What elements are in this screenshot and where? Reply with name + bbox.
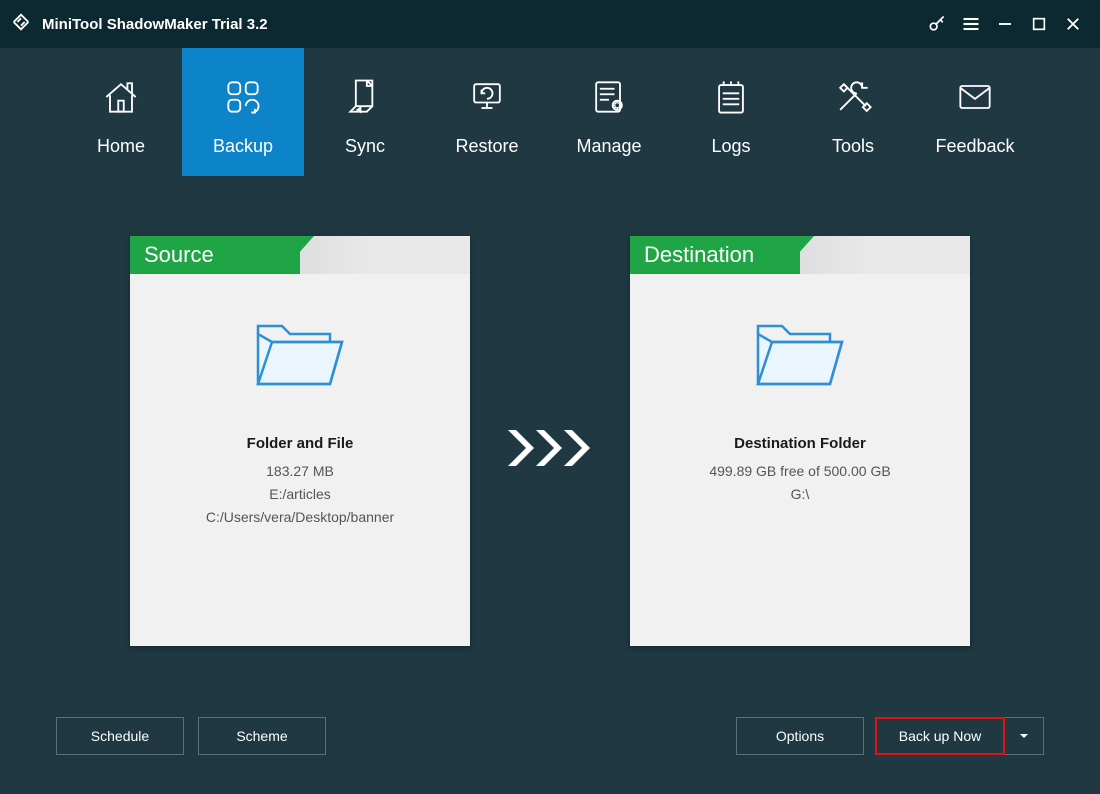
backup-icon bbox=[221, 68, 265, 126]
feedback-icon bbox=[953, 68, 997, 126]
source-tab-header: Source bbox=[130, 236, 470, 274]
source-path-1: E:/articles bbox=[130, 485, 470, 504]
nav-label: Logs bbox=[711, 136, 750, 157]
backup-now-button[interactable]: Back up Now bbox=[875, 717, 1005, 755]
bottom-toolbar: Schedule Scheme Options Back up Now bbox=[0, 716, 1100, 756]
nav-label: Sync bbox=[345, 136, 385, 157]
maximize-button[interactable] bbox=[1022, 0, 1056, 48]
source-path-2: C:/Users/vera/Desktop/banner bbox=[130, 508, 470, 527]
home-icon bbox=[99, 68, 143, 126]
destination-card[interactable]: Destination Destination Folder 499.89 GB… bbox=[630, 236, 970, 646]
restore-icon bbox=[465, 68, 509, 126]
scheme-button[interactable]: Scheme bbox=[198, 717, 326, 755]
logs-icon bbox=[709, 68, 753, 126]
nav-label: Home bbox=[97, 136, 145, 157]
minimize-button[interactable] bbox=[988, 0, 1022, 48]
nav-label: Tools bbox=[832, 136, 874, 157]
destination-tab-label: Destination bbox=[630, 236, 800, 274]
nav-backup[interactable]: Backup bbox=[182, 48, 304, 176]
nav-home[interactable]: Home bbox=[60, 48, 182, 176]
folder-icon bbox=[130, 314, 470, 399]
destination-tab-header: Destination bbox=[630, 236, 970, 274]
content-area: Source Folder and File 183.27 MB E:/arti… bbox=[0, 176, 1100, 676]
schedule-button[interactable]: Schedule bbox=[56, 717, 184, 755]
nav-manage[interactable]: Manage bbox=[548, 48, 670, 176]
tools-icon bbox=[831, 68, 875, 126]
key-icon[interactable] bbox=[920, 0, 954, 48]
source-title: Folder and File bbox=[130, 435, 470, 452]
arrows-icon bbox=[506, 426, 596, 470]
app-logo-icon bbox=[10, 11, 32, 38]
app-title: MiniTool ShadowMaker Trial 3.2 bbox=[42, 16, 268, 33]
destination-free: 499.89 GB free of 500.00 GB bbox=[630, 462, 970, 481]
nav-label: Backup bbox=[213, 136, 273, 157]
source-tab-label: Source bbox=[130, 236, 300, 274]
titlebar: MiniTool ShadowMaker Trial 3.2 bbox=[0, 0, 1100, 48]
nav-logs[interactable]: Logs bbox=[670, 48, 792, 176]
nav-label: Feedback bbox=[935, 136, 1014, 157]
hamburger-menu-icon[interactable] bbox=[954, 0, 988, 48]
close-button[interactable] bbox=[1056, 0, 1090, 48]
destination-path: G:\ bbox=[630, 485, 970, 504]
source-size: 183.27 MB bbox=[130, 462, 470, 481]
nav-label: Manage bbox=[576, 136, 641, 157]
folder-icon bbox=[630, 314, 970, 399]
main-nav: Home Backup Sync Restore bbox=[0, 48, 1100, 176]
options-button[interactable]: Options bbox=[736, 717, 864, 755]
source-card[interactable]: Source Folder and File 183.27 MB E:/arti… bbox=[130, 236, 470, 646]
nav-label: Restore bbox=[455, 136, 518, 157]
manage-icon bbox=[587, 68, 631, 126]
sync-icon bbox=[343, 68, 387, 126]
nav-feedback[interactable]: Feedback bbox=[914, 48, 1036, 176]
nav-restore[interactable]: Restore bbox=[426, 48, 548, 176]
nav-tools[interactable]: Tools bbox=[792, 48, 914, 176]
chevron-down-icon bbox=[1018, 730, 1030, 742]
backup-now-dropdown[interactable] bbox=[1004, 717, 1044, 755]
nav-sync[interactable]: Sync bbox=[304, 48, 426, 176]
destination-title: Destination Folder bbox=[630, 435, 970, 452]
